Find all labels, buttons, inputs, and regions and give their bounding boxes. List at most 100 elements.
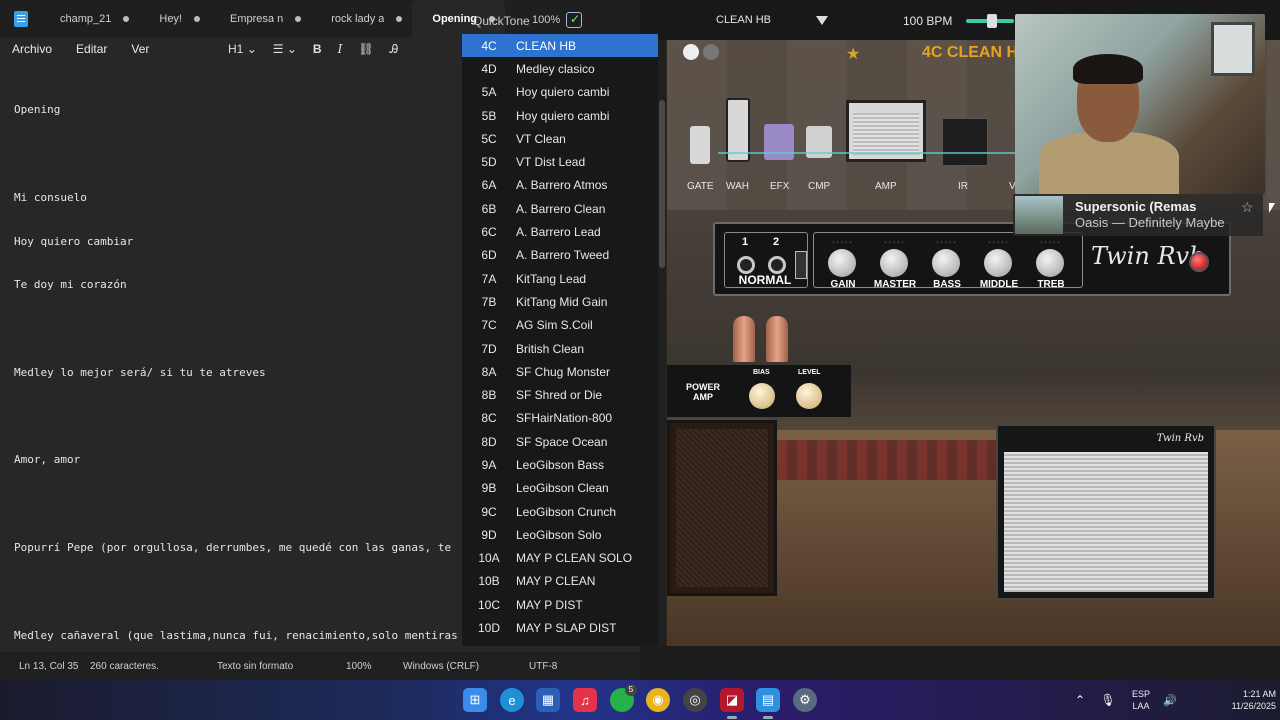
italic-button[interactable]: I: [338, 42, 343, 56]
preset-item[interactable]: 10A MAY P CLEAN SOLO: [462, 547, 658, 570]
preset-item[interactable]: 7D British Clean: [462, 337, 658, 360]
home-icon[interactable]: [703, 44, 719, 60]
preset-item[interactable]: 4C CLEAN HB: [462, 34, 658, 58]
bpm-slider[interactable]: [966, 14, 1014, 28]
star-outline-icon[interactable]: ☆: [1241, 199, 1254, 216]
preset-item[interactable]: 10C MAY P DIST: [462, 593, 658, 616]
menu-archivo[interactable]: Archivo: [0, 42, 64, 56]
ir-module[interactable]: [942, 118, 988, 166]
favorite-star-icon[interactable]: ★: [846, 44, 860, 64]
link-icon[interactable]: ⛓: [358, 42, 373, 56]
volume-icon[interactable]: 🔊: [1160, 688, 1180, 712]
preset-item[interactable]: 7B KitTang Mid Gain: [462, 290, 658, 313]
preset-code: 7C: [481, 318, 497, 333]
preset-item[interactable]: 5C VT Clean: [462, 127, 658, 150]
preset-item[interactable]: 7A KitTang Lead: [462, 267, 658, 290]
preset-item[interactable]: 6C A. Barrero Lead: [462, 220, 658, 243]
right-cabinet[interactable]: Twin Rvb: [996, 424, 1216, 600]
preset-list-scrollbar[interactable]: [658, 40, 666, 646]
store-icon[interactable]: ▦: [536, 688, 560, 712]
preset-item[interactable]: 6B A. Barrero Clean: [462, 197, 658, 220]
preset-item[interactable]: 9B LeoGibson Clean: [462, 477, 658, 500]
preset-item[interactable]: 8A SF Chug Monster: [462, 360, 658, 383]
language-indicator[interactable]: ESP LAA: [1126, 688, 1156, 712]
settings-icon[interactable]: ⚙: [793, 688, 817, 712]
chain-label-cmp[interactable]: CMP: [808, 181, 830, 192]
language-bottom: LAA: [1132, 701, 1150, 711]
tab-rock-lady[interactable]: rock lady a: [311, 0, 412, 38]
music-icon[interactable]: ♫: [573, 688, 597, 712]
chain-label-efx[interactable]: EFX: [770, 181, 789, 192]
preset-item[interactable]: 9D LeoGibson Solo: [462, 523, 658, 546]
tab-label: Opening: [432, 13, 478, 25]
preset-item[interactable]: 5D VT Dist Lead: [462, 150, 658, 173]
preset-item[interactable]: 5B Hoy quiero cambi: [462, 104, 658, 127]
preset-item[interactable]: 8D SF Space Ocean: [462, 430, 658, 453]
preset-item[interactable]: 8B SF Shred or Die: [462, 383, 658, 406]
power-led-icon[interactable]: [1189, 252, 1209, 272]
notepad-taskbar-icon[interactable]: ▤: [756, 688, 780, 712]
input-1-label: 1: [742, 236, 749, 248]
clock[interactable]: 1:21 AM 11/26/2025: [1192, 688, 1276, 712]
preset-item[interactable]: 9C LeoGibson Crunch: [462, 500, 658, 523]
preset-list[interactable]: 4C CLEAN HB 4D Medley clasico 5A Hoy quiero c…: [462, 34, 658, 646]
preset-dropdown[interactable]: CLEAN HB: [676, 8, 832, 32]
text-editor[interactable]: Opening Mi consuelo Hoy quiero cambiar T…: [14, 74, 462, 672]
bpm-slider-handle[interactable]: [986, 14, 997, 28]
preset-code: 4C: [481, 38, 497, 53]
menu-ver[interactable]: Ver: [119, 42, 161, 56]
status-zoom[interactable]: 100%: [346, 661, 372, 672]
middle-knob[interactable]: ····· MIDDLE: [974, 239, 1024, 290]
treble-knob[interactable]: ····· TREB: [1026, 239, 1076, 290]
bpm-readout[interactable]: 100 BPM: [903, 14, 952, 28]
edge-icon[interactable]: e: [500, 688, 524, 712]
preset-item[interactable]: 8C SFHairNation-800: [462, 407, 658, 430]
gain-knob[interactable]: ····· GAIN: [818, 239, 868, 290]
github-icon[interactable]: ◎: [683, 688, 707, 712]
whatsapp-icon[interactable]: 5: [610, 684, 637, 712]
chain-label-amp[interactable]: AMP: [875, 181, 897, 192]
preset-item[interactable]: 10D MAY P SLAP DIST: [462, 616, 658, 639]
tab-hey[interactable]: Hey!: [139, 0, 210, 38]
knob-cap[interactable]: [880, 249, 908, 277]
level-knob[interactable]: [796, 383, 822, 409]
preset-item[interactable]: 4D Medley clasico: [462, 57, 658, 80]
input-jack-2[interactable]: [768, 256, 786, 274]
bold-button[interactable]: B: [313, 42, 322, 56]
input-jack-1[interactable]: [737, 256, 755, 274]
now-playing-widget[interactable]: Supersonic (Remas Oasis — Definitely May…: [1013, 194, 1263, 236]
scrollbar-thumb[interactable]: [659, 100, 665, 268]
list-dropdown[interactable]: ☰ ⌄: [273, 42, 297, 56]
knob-cap[interactable]: [932, 249, 960, 277]
preset-item[interactable]: 6A A. Barrero Atmos: [462, 174, 658, 197]
chain-label-gate[interactable]: GATE: [687, 181, 713, 192]
preset-item[interactable]: 9A LeoGibson Bass: [462, 453, 658, 476]
knob-cap[interactable]: [1036, 249, 1064, 277]
preset-item[interactable]: 5A Hoy quiero cambi: [462, 81, 658, 104]
chain-label-ir[interactable]: IR: [958, 181, 968, 192]
chevron-up-icon[interactable]: ⌃: [1070, 688, 1090, 712]
microphone-icon[interactable]: 🎙: [1098, 688, 1118, 712]
knob-cap[interactable]: [828, 249, 856, 277]
quicktone-app-icon[interactable]: ◪: [720, 688, 744, 712]
bass-knob[interactable]: ····· BASS: [922, 239, 972, 290]
tab-champ-21[interactable]: champ_21: [40, 0, 139, 38]
clear-format-icon[interactable]: Ꭿ: [390, 42, 399, 57]
start-icon[interactable]: ⊞: [463, 688, 487, 712]
menu-editar[interactable]: Editar: [64, 42, 119, 56]
preset-item[interactable]: 7C AG Sim S.Coil: [462, 314, 658, 337]
preset-item[interactable]: 10B MAY P CLEAN: [462, 570, 658, 593]
master-knob[interactable]: ····· MASTER: [870, 239, 920, 290]
shield-check-icon[interactable]: [566, 12, 582, 28]
efx-pedal[interactable]: [764, 124, 794, 160]
gate-pedal[interactable]: [690, 126, 710, 164]
user-icon[interactable]: [683, 44, 699, 60]
preset-item[interactable]: 6D A. Barrero Tweed: [462, 244, 658, 267]
chain-label-wah[interactable]: WAH: [726, 181, 749, 192]
heading-dropdown[interactable]: H1 ⌄: [228, 42, 257, 56]
knob-cap[interactable]: [984, 249, 1012, 277]
tab-empresa[interactable]: Empresa n: [210, 0, 311, 38]
bias-knob[interactable]: [749, 383, 775, 409]
chrome-icon[interactable]: ◉: [646, 688, 670, 712]
